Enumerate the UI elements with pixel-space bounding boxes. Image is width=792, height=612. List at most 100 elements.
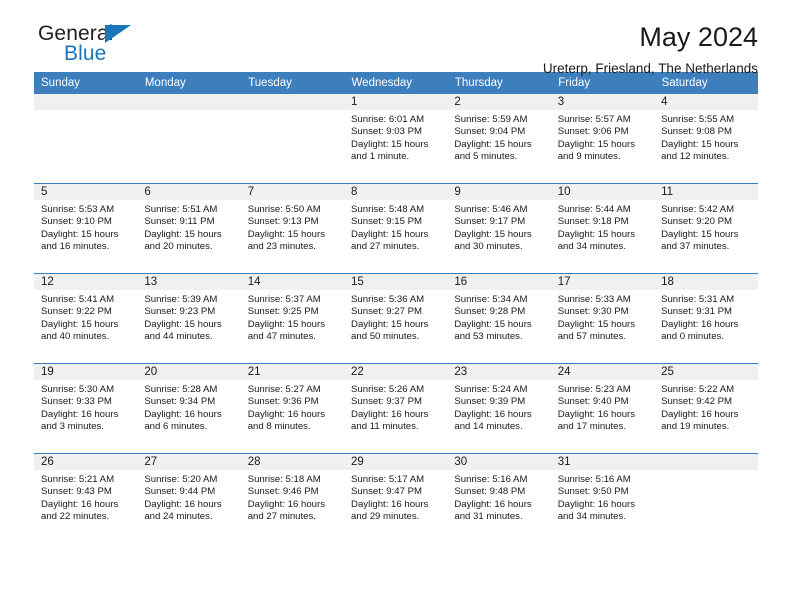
sunset-text: Sunset: 9:30 PM xyxy=(557,306,629,318)
day-details: Sunrise: 5:48 AM Sunset: 9:15 PM Daylight:… xyxy=(344,200,447,253)
day-number: 12 xyxy=(34,274,138,290)
page-subtitle: Ureterp, Friesland, The Netherlands xyxy=(542,61,758,76)
sunrise-text: Sunrise: 5:34 AM xyxy=(454,294,528,305)
sunrise-text: Sunrise: 5:24 AM xyxy=(454,384,528,395)
sunrise-text: Sunrise: 6:01 AM xyxy=(351,114,425,125)
day-number: 14 xyxy=(240,274,345,290)
calendar-day-cell[interactable]: 29 Sunrise: 5:17 AM Sunset: 9:47 PM Dayligh… xyxy=(344,453,448,543)
day-details: Sunrise: 5:22 AM Sunset: 9:42 PM Daylight:… xyxy=(654,380,757,433)
sunset-text: Sunset: 9:28 PM xyxy=(454,306,526,318)
day-details: Sunrise: 5:50 AM Sunset: 9:13 PM Daylight:… xyxy=(241,200,344,253)
sunset-text: Sunset: 9:33 PM xyxy=(41,396,112,408)
sunrise-text: Sunrise: 5:18 AM xyxy=(247,474,321,485)
day-number: 20 xyxy=(137,364,241,380)
calendar-day-cell[interactable]: 13 Sunrise: 5:39 AM Sunset: 9:23 PM Dayligh… xyxy=(137,273,241,364)
calendar-day-cell[interactable]: 2 Sunrise: 5:59 AM Sunset: 9:04 PM Daylight… xyxy=(447,94,551,184)
day-details: Sunrise: 5:23 AM Sunset: 9:40 PM Daylight:… xyxy=(551,380,654,433)
daylight-text: Daylight: 16 hours and 34 minutes. xyxy=(557,498,636,522)
day-details: Sunrise: 5:37 AM Sunset: 9:25 PM Daylight:… xyxy=(241,290,344,343)
calendar-day-cell[interactable]: 14 Sunrise: 5:37 AM Sunset: 9:25 PM Dayligh… xyxy=(240,273,345,364)
general-blue-logo: General Blue xyxy=(34,22,204,70)
daylight-text: Daylight: 15 hours and 34 minutes. xyxy=(557,228,636,252)
calendar-day-cell[interactable]: 8 Sunrise: 5:48 AM Sunset: 9:15 PM Daylight… xyxy=(344,183,448,274)
day-number: 13 xyxy=(137,274,241,290)
day-details: Sunrise: 5:41 AM Sunset: 9:22 PM Daylight:… xyxy=(34,290,137,343)
daylight-text: Daylight: 16 hours and 19 minutes. xyxy=(661,408,739,432)
day-number: 27 xyxy=(137,454,241,470)
sunrise-text: Sunrise: 5:27 AM xyxy=(247,384,321,395)
day-details: Sunrise: 5:34 AM Sunset: 9:28 PM Daylight:… xyxy=(447,290,550,343)
day-details: Sunrise: 5:55 AM Sunset: 9:08 PM Daylight:… xyxy=(654,110,757,163)
calendar-day-cell[interactable]: 6 Sunrise: 5:51 AM Sunset: 9:11 PM Daylight… xyxy=(137,183,241,274)
sunset-text: Sunset: 9:10 PM xyxy=(41,216,112,228)
calendar-day-cell[interactable]: 18 Sunrise: 5:31 AM Sunset: 9:31 PM Dayligh… xyxy=(654,273,758,364)
calendar-day-cell[interactable]: 21 Sunrise: 5:27 AM Sunset: 9:36 PM Dayligh… xyxy=(240,363,345,454)
calendar-day-cell[interactable]: 26 Sunrise: 5:21 AM Sunset: 9:43 PM Dayligh… xyxy=(34,453,138,543)
calendar-day-cell[interactable]: 31 Sunrise: 5:16 AM Sunset: 9:50 PM Dayligh… xyxy=(550,453,655,543)
sunrise-text: Sunrise: 5:51 AM xyxy=(144,204,218,215)
calendar-day-cell[interactable]: 1 Sunrise: 6:01 AM Sunset: 9:03 PM Daylight… xyxy=(344,94,448,184)
sunset-text: Sunset: 9:18 PM xyxy=(557,216,629,228)
sunset-text: Sunset: 9:23 PM xyxy=(144,306,216,318)
calendar-day-cell[interactable]: 27 Sunrise: 5:20 AM Sunset: 9:44 PM Dayligh… xyxy=(137,453,241,543)
weekday-header-wednesday: Wednesday xyxy=(344,72,448,94)
day-details: Sunrise: 5:16 AM Sunset: 9:50 PM Daylight:… xyxy=(551,470,654,523)
calendar-day-cell[interactable]: 28 Sunrise: 5:18 AM Sunset: 9:46 PM Dayligh… xyxy=(240,453,345,543)
day-details: Sunrise: 5:27 AM Sunset: 9:36 PM Daylight:… xyxy=(241,380,344,433)
day-number: 16 xyxy=(447,274,551,290)
daylight-text: Daylight: 16 hours and 3 minutes. xyxy=(41,408,119,432)
sunset-text: Sunset: 9:13 PM xyxy=(247,216,319,228)
daylight-text: Daylight: 15 hours and 50 minutes. xyxy=(351,318,429,342)
calendar-day-cell[interactable]: 17 Sunrise: 5:33 AM Sunset: 9:30 PM Dayligh… xyxy=(550,273,655,364)
day-number: 3 xyxy=(550,94,655,110)
daylight-text: Daylight: 16 hours and 14 minutes. xyxy=(454,408,532,432)
triangle-icon xyxy=(105,25,131,43)
calendar-week-row: 26 Sunrise: 5:21 AM Sunset: 9:43 PM Dayligh… xyxy=(34,453,758,543)
calendar-day-cell[interactable]: 19 Sunrise: 5:30 AM Sunset: 9:33 PM Dayligh… xyxy=(34,363,138,454)
calendar-day-cell[interactable]: 16 Sunrise: 5:34 AM Sunset: 9:28 PM Dayligh… xyxy=(447,273,551,364)
calendar-day-cell[interactable]: 9 Sunrise: 5:46 AM Sunset: 9:17 PM Daylight… xyxy=(447,183,551,274)
daylight-text: Daylight: 16 hours and 17 minutes. xyxy=(557,408,636,432)
daylight-text: Daylight: 16 hours and 0 minutes. xyxy=(661,318,739,342)
day-details: Sunrise: 5:21 AM Sunset: 9:43 PM Daylight:… xyxy=(34,470,137,523)
weekday-header-thursday: Thursday xyxy=(447,72,552,94)
daylight-text: Daylight: 15 hours and 37 minutes. xyxy=(661,228,739,252)
calendar-page: General Blue May 2024 Ureterp, Friesland… xyxy=(0,0,792,612)
daylight-text: Daylight: 15 hours and 9 minutes. xyxy=(557,138,636,162)
calendar-day-cell[interactable]: 15 Sunrise: 5:36 AM Sunset: 9:27 PM Dayligh… xyxy=(344,273,448,364)
calendar-day-cell[interactable]: 5 Sunrise: 5:53 AM Sunset: 9:10 PM Daylight… xyxy=(34,183,138,274)
sunrise-text: Sunrise: 5:50 AM xyxy=(247,204,321,215)
day-number: 17 xyxy=(550,274,655,290)
daylight-text: Daylight: 15 hours and 40 minutes. xyxy=(41,318,119,342)
sunrise-text: Sunrise: 5:22 AM xyxy=(661,384,735,395)
daylight-text: Daylight: 15 hours and 20 minutes. xyxy=(144,228,222,252)
day-number: 4 xyxy=(654,94,758,110)
day-number xyxy=(654,454,758,470)
sunset-text: Sunset: 9:15 PM xyxy=(351,216,422,228)
daylight-text: Daylight: 16 hours and 11 minutes. xyxy=(351,408,429,432)
calendar-day-cell[interactable]: 7 Sunrise: 5:50 AM Sunset: 9:13 PM Daylight… xyxy=(240,183,345,274)
calendar-day-cell[interactable]: 4 Sunrise: 5:55 AM Sunset: 9:08 PM Daylight… xyxy=(654,94,758,184)
sunrise-text: Sunrise: 5:53 AM xyxy=(41,204,115,215)
day-details: Sunrise: 5:53 AM Sunset: 9:10 PM Daylight:… xyxy=(34,200,137,253)
daylight-text: Daylight: 16 hours and 29 minutes. xyxy=(351,498,429,522)
calendar-day-cell[interactable]: 10 Sunrise: 5:44 AM Sunset: 9:18 PM Dayligh… xyxy=(550,183,655,274)
logo-text-blue: Blue xyxy=(64,42,107,65)
sunset-text: Sunset: 9:06 PM xyxy=(557,126,629,138)
day-number: 19 xyxy=(34,364,138,380)
calendar-day-cell[interactable]: 24 Sunrise: 5:23 AM Sunset: 9:40 PM Dayligh… xyxy=(550,363,655,454)
calendar-day-cell[interactable]: 12 Sunrise: 5:41 AM Sunset: 9:22 PM Dayligh… xyxy=(34,273,138,364)
daylight-text: Daylight: 15 hours and 44 minutes. xyxy=(144,318,222,342)
sunrise-text: Sunrise: 5:31 AM xyxy=(661,294,735,305)
sunrise-text: Sunrise: 5:17 AM xyxy=(351,474,425,485)
calendar-day-cell[interactable]: 20 Sunrise: 5:28 AM Sunset: 9:34 PM Dayligh… xyxy=(137,363,241,454)
sunset-text: Sunset: 9:08 PM xyxy=(661,126,732,138)
calendar-day-cell[interactable]: 23 Sunrise: 5:24 AM Sunset: 9:39 PM Dayligh… xyxy=(447,363,551,454)
calendar-day-cell[interactable]: 3 Sunrise: 5:57 AM Sunset: 9:06 PM Daylight… xyxy=(550,94,655,184)
calendar-day-cell[interactable]: 11 Sunrise: 5:42 AM Sunset: 9:20 PM Dayligh… xyxy=(654,183,758,274)
day-number xyxy=(34,94,138,110)
calendar-day-cell[interactable]: 30 Sunrise: 5:16 AM Sunset: 9:48 PM Dayligh… xyxy=(447,453,551,543)
calendar-day-cell[interactable]: 25 Sunrise: 5:22 AM Sunset: 9:42 PM Dayligh… xyxy=(654,363,758,454)
calendar-day-cell[interactable]: 22 Sunrise: 5:26 AM Sunset: 9:37 PM Dayligh… xyxy=(344,363,448,454)
day-details: Sunrise: 5:51 AM Sunset: 9:11 PM Daylight:… xyxy=(137,200,240,253)
